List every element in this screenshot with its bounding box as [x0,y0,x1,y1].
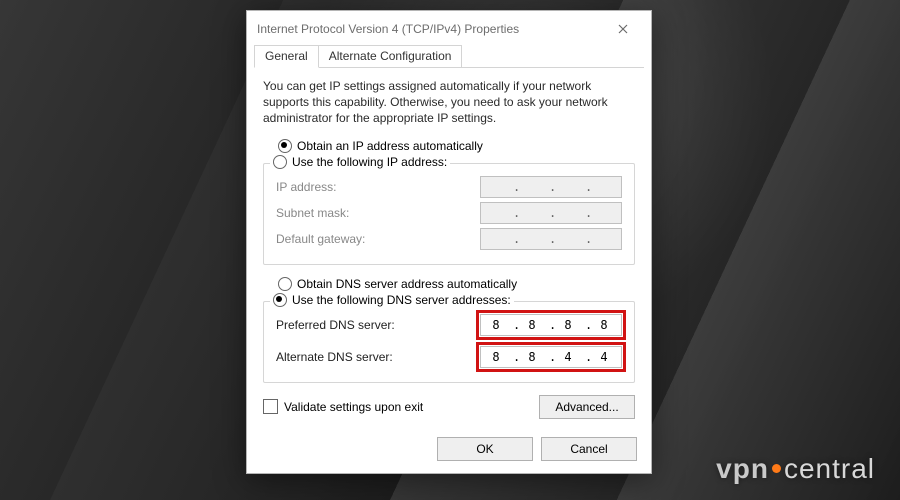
dialog-footer: OK Cancel [247,427,651,473]
validate-row[interactable]: Validate settings upon exit [263,399,423,414]
close-button[interactable] [605,18,641,40]
radio-row-dns-auto[interactable]: Obtain DNS server address automatically [278,277,635,291]
tab-alternate-configuration[interactable]: Alternate Configuration [318,45,463,67]
radio-dns-manual[interactable] [273,293,287,307]
radio-ip-manual-label: Use the following IP address: [292,155,447,169]
help-text: You can get IP settings assigned automat… [263,78,635,127]
validate-label: Validate settings upon exit [284,400,423,414]
ip-manual-fieldset: Use the following IP address: IP address… [263,163,635,265]
preferred-dns-input[interactable]: 8. 8. 8. 8 [480,314,622,336]
ipv4-properties-dialog: Internet Protocol Version 4 (TCP/IPv4) P… [246,10,652,474]
subnet-mask-label: Subnet mask: [276,206,349,220]
radio-dns-auto-label: Obtain DNS server address automatically [297,277,517,291]
radio-ip-manual[interactable] [273,155,287,169]
ok-button[interactable]: OK [437,437,533,461]
advanced-button[interactable]: Advanced... [539,395,635,419]
window-title: Internet Protocol Version 4 (TCP/IPv4) P… [257,22,519,36]
watermark: vpncentral [716,453,875,485]
radio-ip-auto[interactable] [278,139,292,153]
titlebar: Internet Protocol Version 4 (TCP/IPv4) P… [247,11,651,43]
alternate-dns-input[interactable]: 8. 8. 4. 4 [480,346,622,368]
default-gateway-label: Default gateway: [276,232,365,246]
validate-checkbox[interactable] [263,399,278,414]
preferred-dns-label: Preferred DNS server: [276,318,395,332]
radio-row-ip-auto[interactable]: Obtain an IP address automatically [278,139,635,153]
radio-row-dns-manual[interactable]: Use the following DNS server addresses: [270,293,514,307]
tab-row: General Alternate Configuration [254,45,644,68]
ip-address-label: IP address: [276,180,336,194]
radio-dns-auto[interactable] [278,277,292,291]
alternate-dns-label: Alternate DNS server: [276,350,393,364]
watermark-dot-icon [772,464,781,473]
close-icon [618,24,628,34]
radio-row-ip-manual[interactable]: Use the following IP address: [270,155,450,169]
tab-general[interactable]: General [254,45,319,68]
radio-ip-auto-label: Obtain an IP address automatically [297,139,483,153]
subnet-mask-input: . . . [480,202,622,224]
ip-address-input: . . . [480,176,622,198]
cancel-button[interactable]: Cancel [541,437,637,461]
radio-dns-manual-label: Use the following DNS server addresses: [292,293,511,307]
default-gateway-input: . . . [480,228,622,250]
dns-manual-fieldset: Use the following DNS server addresses: … [263,301,635,383]
general-panel: You can get IP settings assigned automat… [247,68,651,427]
